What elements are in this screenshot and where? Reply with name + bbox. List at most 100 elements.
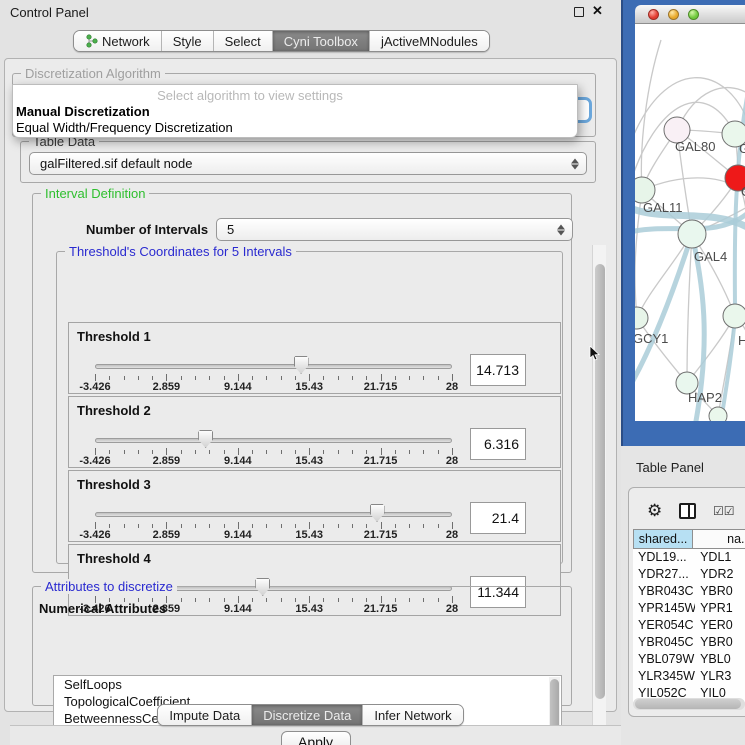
tab-label: Style (173, 34, 202, 49)
table-column-header[interactable]: na... (693, 529, 745, 549)
bottom-tab-discretize-data[interactable]: Discretize Data (251, 705, 362, 725)
scrollbar-thumb[interactable] (595, 264, 605, 699)
table-row[interactable]: YBR043CYBR0 (633, 583, 745, 600)
major-tick (381, 448, 382, 455)
slider-thumb[interactable] (294, 356, 309, 374)
tab-cyni-toolbox[interactable]: Cyni Toolbox (272, 31, 369, 51)
network-view-window[interactable]: GAL80G.CGAL11GAL4GCY1HHAP2 (621, 0, 745, 446)
node-label: GCY1 (635, 331, 668, 346)
panel-vertical-scrollbar[interactable] (592, 245, 606, 725)
tick-label: 28 (446, 455, 458, 467)
slider-track[interactable] (95, 364, 452, 369)
minor-tick (224, 450, 225, 454)
close-icon[interactable]: ✕ (592, 3, 603, 19)
minor-tick (224, 376, 225, 380)
table-cell: YBL079W (633, 651, 695, 668)
table-row[interactable]: YDR27...YDR2 (633, 566, 745, 583)
gear-icon[interactable]: ⚙ (647, 501, 662, 521)
network-edge[interactable] (687, 234, 692, 383)
minor-tick (338, 524, 339, 528)
gcy1-node[interactable] (635, 307, 648, 329)
table-row[interactable]: YPR145WYPR1 (633, 600, 745, 617)
threshold-panel-1: Threshold 1-3.4262.8599.14415.4321.71528… (68, 322, 561, 394)
bottom-tab-impute-data[interactable]: Impute Data (158, 705, 251, 725)
apply-button[interactable]: Apply (281, 731, 351, 745)
tick-label: 15.43 (295, 381, 323, 393)
minor-tick (109, 376, 110, 380)
slider-track[interactable] (95, 438, 452, 443)
major-tick (381, 374, 382, 381)
table-row[interactable]: YBL079WYBL0 (633, 651, 745, 668)
table-row[interactable]: YBR045CYBR0 (633, 634, 745, 651)
major-tick (166, 522, 167, 529)
float-window-icon[interactable] (574, 7, 584, 17)
screenshot-stage: Control Panel ✕ NetworkStyleSelectCyni T… (0, 0, 745, 745)
minor-tick (195, 450, 196, 454)
slider-thumb[interactable] (370, 504, 385, 522)
threshold-value-field[interactable]: 6.316 (470, 428, 526, 460)
minor-tick (124, 524, 125, 528)
tick-label: -3.426 (79, 529, 110, 541)
minor-tick (195, 376, 196, 380)
table-column-header[interactable]: shared... (633, 529, 693, 549)
algorithm-option[interactable]: Equal Width/Frequency Discretization (16, 120, 233, 135)
tab-jactivemnodules[interactable]: jActiveMNodules (369, 31, 489, 51)
interval-definition-group: Interval Definition Number of Intervals … (32, 193, 572, 573)
apply-strip: Apply (10, 725, 621, 745)
minor-tick (281, 524, 282, 528)
threshold-panel-3: Threshold 3-3.4262.8599.14415.4321.71528… (68, 470, 561, 542)
checkbox-filter-icons[interactable]: ☑☑ (713, 504, 735, 518)
number-of-intervals-combobox[interactable]: 5 (216, 218, 573, 241)
tick-label: 28 (446, 381, 458, 393)
minor-tick (323, 376, 324, 380)
bottom-node[interactable] (709, 407, 727, 421)
tab-select[interactable]: Select (213, 31, 272, 51)
network-edge[interactable] (637, 318, 687, 383)
algorithm-popup: Select algorithm to view settings Manual… (12, 84, 578, 138)
major-tick (309, 374, 310, 381)
minor-tick (252, 376, 253, 380)
major-tick (95, 448, 96, 455)
table-data-combobox[interactable]: galFiltered.sif default node (29, 152, 587, 175)
major-tick (95, 374, 96, 381)
table-header-row: shared...na... (633, 529, 745, 549)
major-tick (238, 448, 239, 455)
hscroll-thumb[interactable] (635, 699, 741, 709)
threshold-panel-2: Threshold 2-3.4262.8599.14415.4321.71528… (68, 396, 561, 468)
slider-thumb[interactable] (198, 430, 213, 448)
algorithm-option[interactable]: Manual Discretization (16, 104, 150, 119)
minimize-traffic-light-icon[interactable] (668, 9, 679, 20)
table-row[interactable]: YLR345WYLR3 (633, 668, 745, 685)
zoom-traffic-light-icon[interactable] (688, 9, 699, 20)
minor-tick (266, 524, 267, 528)
minor-tick (138, 524, 139, 528)
table-cell: YBL0 (695, 651, 745, 668)
threshold-value-field[interactable]: 14.713 (470, 354, 526, 386)
tab-network[interactable]: Network (74, 31, 161, 51)
combo-spinner-icon (571, 158, 579, 169)
major-tick (238, 522, 239, 529)
tick-label: 21.715 (364, 529, 398, 541)
table-horizontal-scrollbar[interactable] (633, 698, 745, 710)
minor-tick (266, 376, 267, 380)
tab-style[interactable]: Style (161, 31, 213, 51)
table-row[interactable]: YDL19...YDL1 (633, 549, 745, 566)
network-edge-highlighted[interactable] (721, 316, 735, 421)
bottom-tab-label: Impute Data (169, 708, 240, 723)
h-node[interactable] (723, 304, 745, 328)
table-cell: YDR27... (633, 566, 695, 583)
major-tick (309, 448, 310, 455)
bottom-tab-label: Discretize Data (263, 708, 351, 723)
threshold-value-field[interactable]: 21.4 (470, 502, 526, 534)
minor-tick (266, 450, 267, 454)
slider-track[interactable] (95, 512, 452, 517)
gal4-node[interactable] (678, 220, 706, 248)
close-traffic-light-icon[interactable] (648, 9, 659, 20)
bottom-tab-infer-network[interactable]: Infer Network (362, 705, 462, 725)
attribute-list-item[interactable]: SelfLoops (54, 676, 561, 693)
attributes-list-scrollbar[interactable] (549, 677, 560, 727)
column-layout-icon[interactable] (679, 503, 696, 519)
table-row[interactable]: YER054CYER0 (633, 617, 745, 634)
network-canvas[interactable]: GAL80G.CGAL11GAL4GCY1HHAP2 (635, 24, 745, 421)
table-cell: YER0 (695, 617, 745, 634)
